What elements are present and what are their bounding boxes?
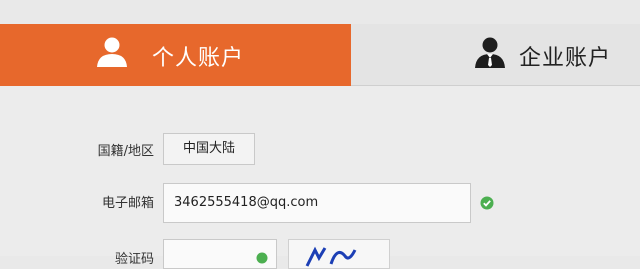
email-field[interactable]: 3462555418@qq.com — [163, 183, 471, 223]
tab-enterprise-label: 企业账户 — [519, 46, 612, 71]
check-circle-icon — [480, 196, 494, 210]
captcha-image[interactable] — [288, 239, 390, 269]
region-select[interactable]: 中国大陆 — [163, 133, 255, 165]
captcha-label: 验证码 — [114, 252, 154, 267]
tab-personal-account[interactable]: 个人账户 — [0, 24, 351, 97]
account-type-tabs: 个人账户 企业账户 — [0, 24, 640, 97]
user-icon — [97, 37, 127, 67]
email-label: 电子邮箱 — [101, 196, 154, 211]
captcha-glyphs — [305, 246, 357, 267]
region-label: 国籍/地区 — [97, 144, 154, 159]
tab-enterprise-account[interactable]: 企业账户 — [351, 24, 640, 86]
tab-personal-label: 个人账户 — [152, 46, 245, 71]
registration-form: 国籍/地区 中国大陆 电子邮箱 3462555418@qq.com 验证码 — [0, 86, 640, 269]
captcha-check-icon — [256, 252, 268, 264]
business-user-icon — [475, 37, 505, 68]
